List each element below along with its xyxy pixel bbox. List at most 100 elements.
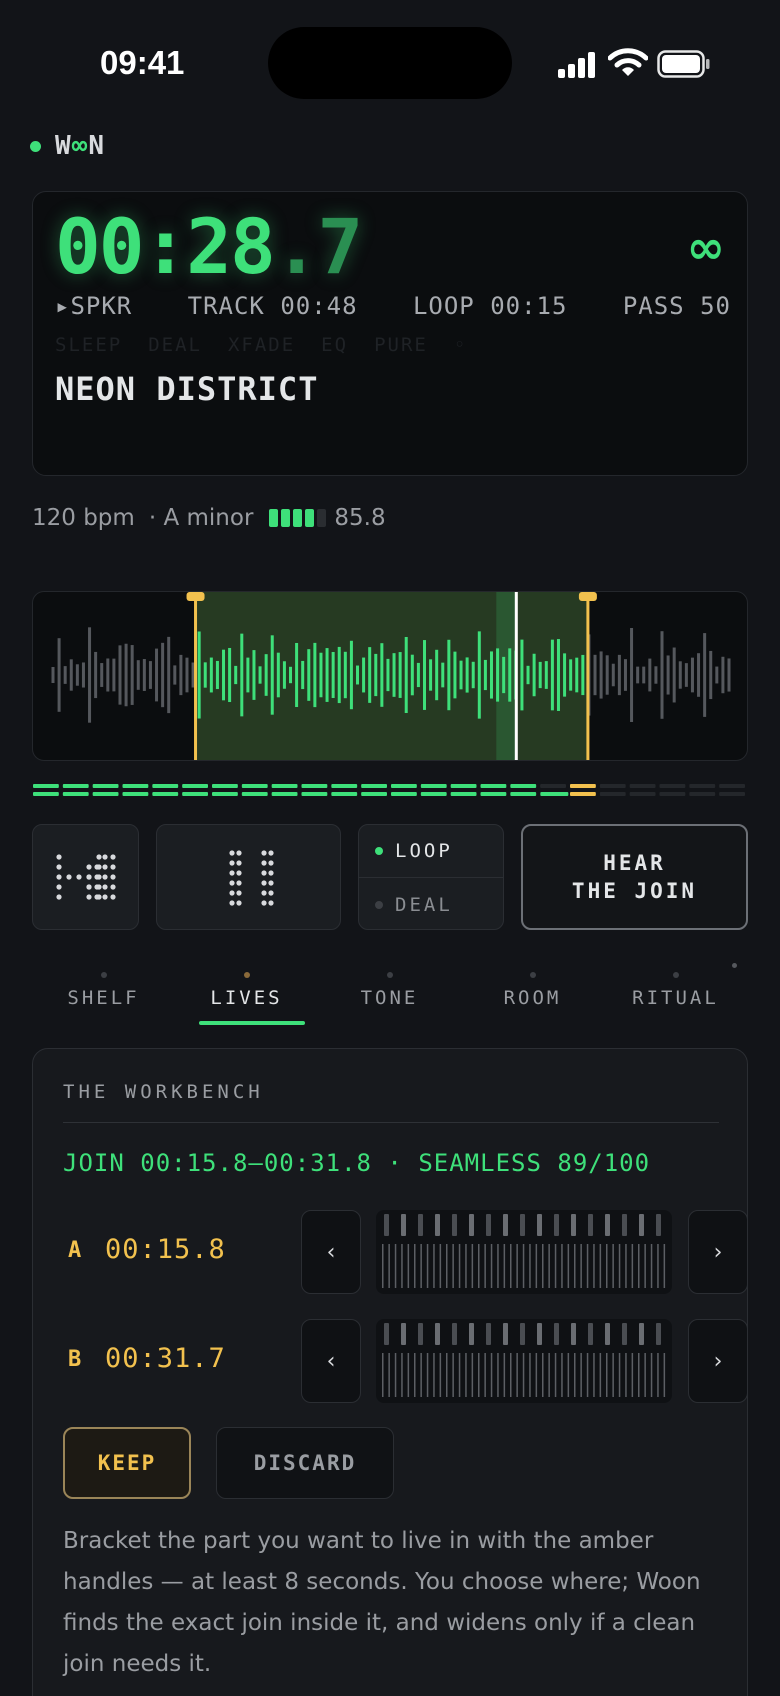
- waveform-bar: [337, 646, 341, 704]
- keep-button[interactable]: KEEP: [63, 1427, 191, 1499]
- waveform-bar: [593, 654, 597, 696]
- scrub-tick: [469, 1214, 474, 1236]
- waveform-bar: [520, 639, 524, 711]
- loop-end-handle: [586, 596, 590, 760]
- waveform-bar: [605, 655, 609, 695]
- waveform-bar: [532, 653, 536, 697]
- icon-dot: [268, 860, 274, 866]
- scrub-line: [618, 1353, 621, 1397]
- scrub-line: [593, 1244, 595, 1288]
- scrub-tick: [418, 1214, 423, 1236]
- skip-back-button[interactable]: [32, 824, 139, 930]
- marker-b-row: B 00:31.7 ‹ ›: [63, 1319, 748, 1405]
- progress-seg: [33, 792, 59, 796]
- scrub-tick: [503, 1323, 508, 1345]
- icon-dot: [56, 894, 62, 900]
- waveform-bar: [124, 643, 128, 707]
- waveform-bar: [203, 662, 207, 688]
- marker-a-scrubber[interactable]: [376, 1210, 672, 1294]
- icon-dot: [102, 874, 108, 880]
- chevron-left-icon: ‹: [326, 1239, 336, 1265]
- scrub-line: [484, 1353, 486, 1397]
- scrub-line: [503, 1244, 506, 1288]
- waveform-bar: [356, 665, 360, 685]
- tab-room[interactable]: ROOM: [461, 958, 604, 1028]
- scrub-line: [420, 1244, 422, 1288]
- scrub-tick: [503, 1214, 508, 1236]
- loop-start-handle: [194, 596, 198, 760]
- marker-b-nudge-right-button[interactable]: ›: [688, 1319, 748, 1403]
- scrub-line: [542, 1353, 544, 1397]
- scrub-tick: [520, 1323, 525, 1345]
- scrub-line: [414, 1244, 416, 1288]
- meter-seg: [317, 509, 327, 527]
- mode-loop[interactable]: LOOP: [359, 825, 503, 878]
- icon-dot: [94, 894, 100, 900]
- progress-seg: [33, 784, 59, 788]
- waveform-bar: [556, 639, 560, 711]
- inactive-flags: SLEEP DEAL XFADE EQ PURE ◦: [55, 334, 468, 356]
- scrub-line: [503, 1353, 506, 1397]
- waveform-bar: [118, 645, 122, 705]
- waveform-editor[interactable]: [32, 591, 748, 761]
- waveform-bar: [130, 645, 134, 705]
- marker-b-nudge-left-button[interactable]: ‹: [301, 1319, 361, 1403]
- pause-icon: [229, 850, 274, 906]
- tab-ritual[interactable]: RITUAL: [604, 958, 747, 1028]
- waveform-bar: [526, 665, 530, 685]
- mode-switch[interactable]: LOOP DEAL: [358, 824, 504, 930]
- icon-dot: [86, 874, 92, 880]
- dynamic-island: [268, 27, 512, 99]
- scrub-line: [394, 1353, 397, 1397]
- icon-dot: [261, 870, 267, 876]
- waveform-bar: [684, 663, 688, 687]
- waveform-bar: [690, 657, 694, 693]
- waveform-bar: [276, 652, 280, 698]
- progress-seg: [659, 784, 686, 788]
- scrub-line: [567, 1353, 570, 1397]
- icon-dot: [102, 894, 108, 900]
- waveform-bar: [709, 650, 713, 700]
- scrub-line: [382, 1244, 384, 1288]
- progress-seg: [212, 792, 238, 796]
- waveform-bar: [569, 659, 573, 691]
- marker-a-nudge-right-button[interactable]: ›: [688, 1210, 748, 1294]
- progress-seg: [182, 784, 208, 788]
- progress-seg: [122, 784, 149, 788]
- waveform-bar: [142, 659, 146, 691]
- overflow-dot-icon: [732, 963, 737, 968]
- scrub-line: [458, 1353, 461, 1397]
- waveform-bar: [270, 635, 274, 715]
- marker-b-scrubber[interactable]: [376, 1319, 672, 1403]
- scrub-line: [593, 1353, 595, 1397]
- discard-button[interactable]: DISCARD: [216, 1427, 394, 1499]
- tab-shelf[interactable]: SHELF: [32, 958, 175, 1028]
- scrub-line: [458, 1244, 461, 1288]
- icon-dot: [94, 864, 100, 870]
- scrub-tick: [418, 1323, 423, 1345]
- tab-lives[interactable]: LIVES: [175, 958, 318, 1028]
- scrub-line: [497, 1353, 499, 1397]
- mode-deal[interactable]: DEAL: [359, 878, 503, 931]
- scrub-line: [574, 1353, 576, 1397]
- progress-seg: [450, 784, 477, 788]
- hear-the-join-button[interactable]: HEAR THE JOIN: [521, 824, 748, 930]
- tab-tone[interactable]: TONE: [318, 958, 461, 1028]
- progress-seg: [420, 792, 447, 796]
- waveform-bar: [63, 666, 67, 684]
- status-time: 09:41: [100, 44, 185, 81]
- marker-a-nudge-left-button[interactable]: ‹: [301, 1210, 361, 1294]
- icon-dot: [229, 860, 235, 866]
- icon-dot: [56, 874, 62, 880]
- waveform[interactable]: [33, 592, 748, 761]
- pause-button[interactable]: [156, 824, 341, 930]
- playhead: [514, 592, 518, 760]
- waveform-bar: [459, 660, 463, 690]
- active-tab-indicator: [199, 1021, 305, 1025]
- progress-seg: [599, 784, 626, 788]
- waveform-bar: [416, 662, 420, 688]
- icon-dot: [236, 860, 242, 866]
- scrub-tick: [435, 1323, 440, 1345]
- waveform-bar: [301, 660, 305, 690]
- progress-seg: [659, 792, 686, 796]
